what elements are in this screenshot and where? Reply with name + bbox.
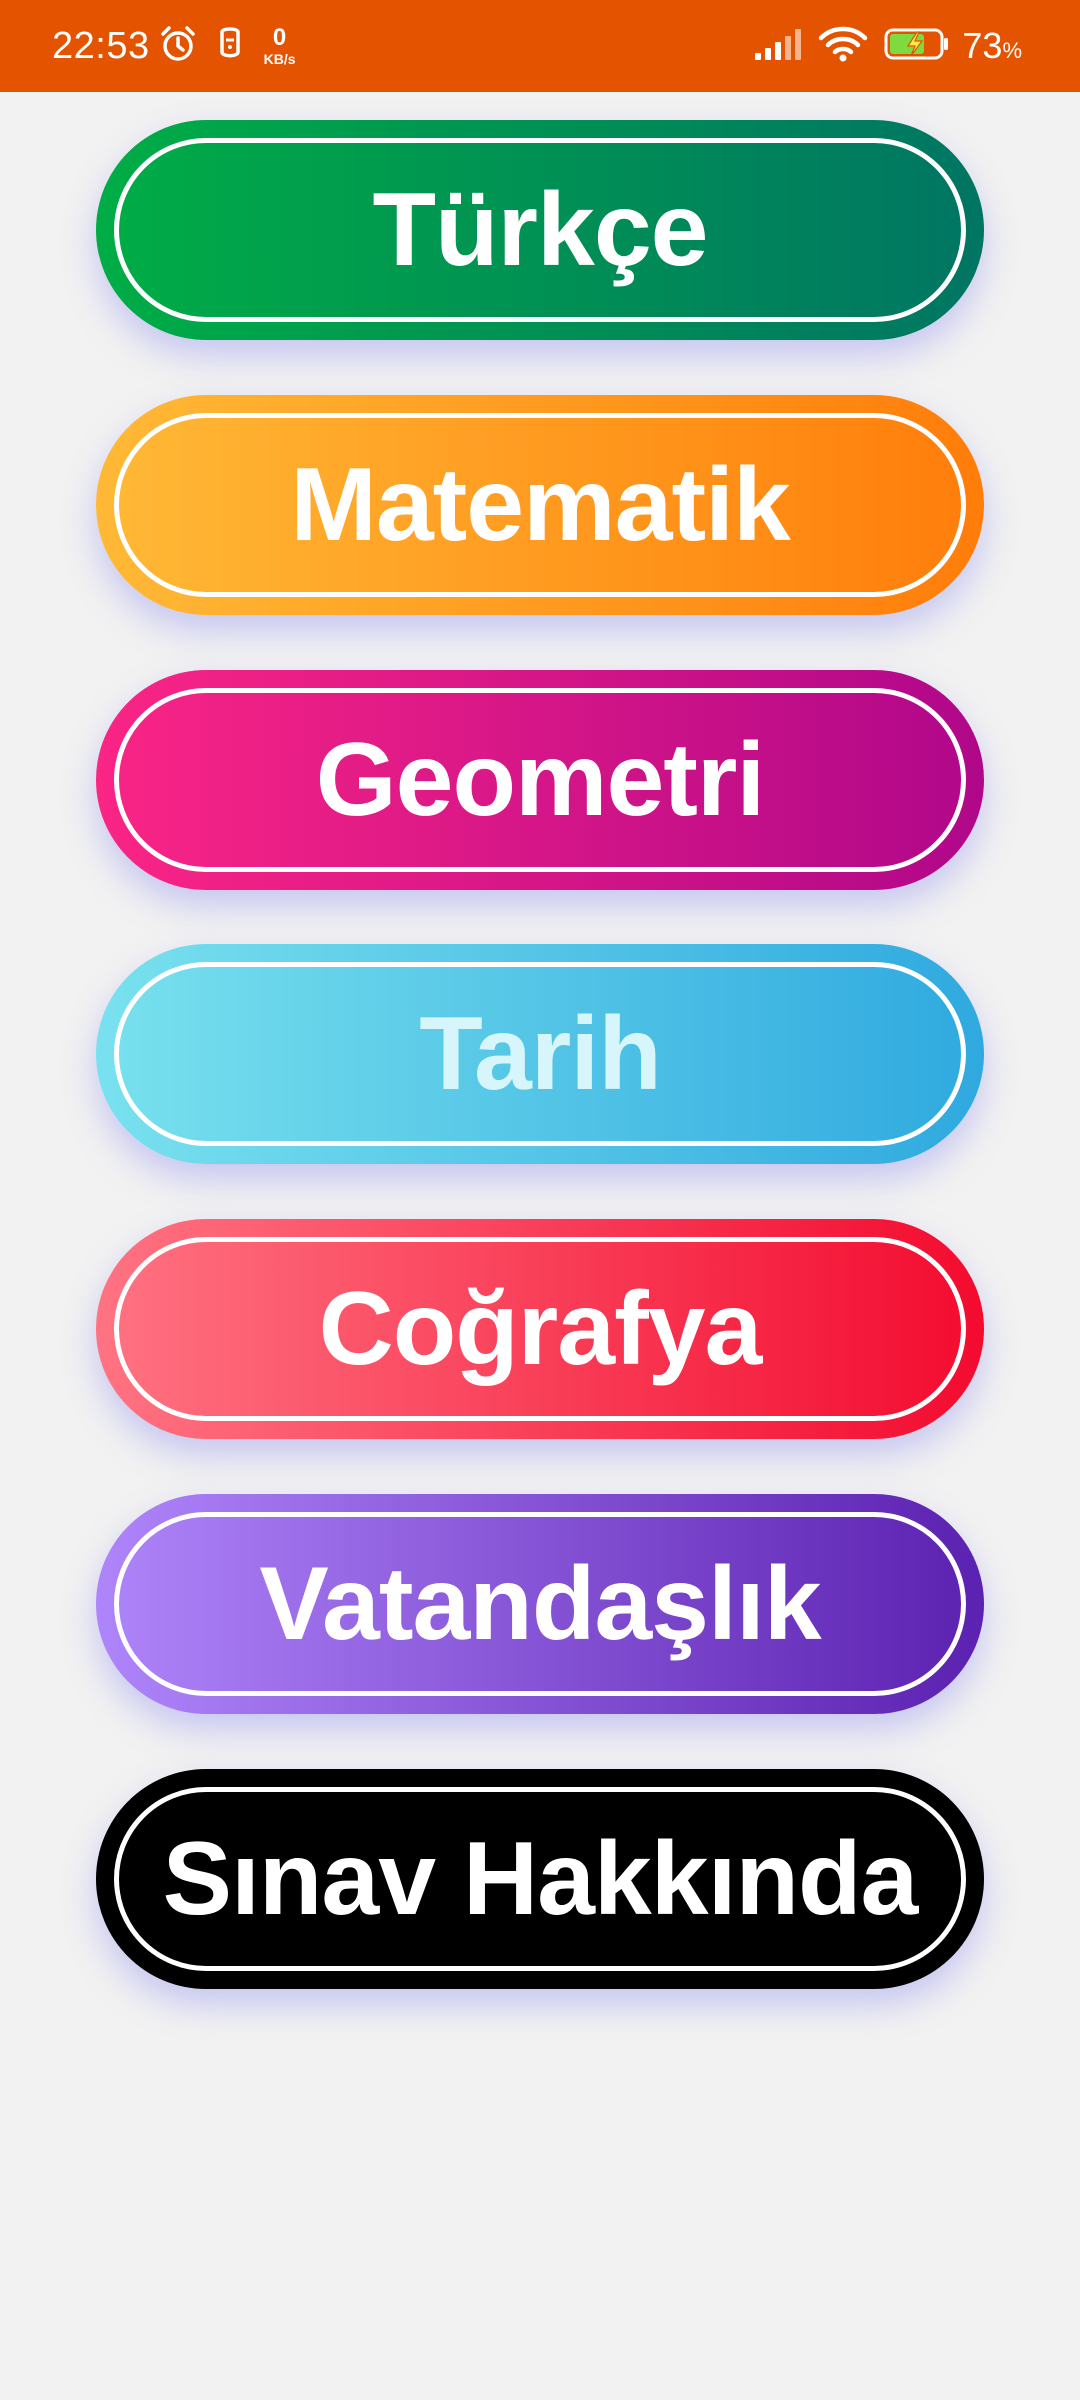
battery-charging-icon: [884, 27, 950, 66]
tarih-button[interactable]: Tarih: [96, 944, 984, 1164]
wifi-icon: [818, 25, 868, 68]
geometri-button[interactable]: Geometri: [96, 670, 984, 890]
alarm-icon: [158, 24, 198, 69]
notification-icon: [216, 26, 244, 67]
turkce-button-label: Türkçe: [372, 171, 708, 288]
cografya-button-label: Coğrafya: [318, 1270, 763, 1387]
matematik-button-label: Matematik: [290, 446, 791, 563]
network-speed-value: 0: [272, 24, 287, 51]
vatandaslik-button[interactable]: Vatandaşlık: [96, 1494, 984, 1714]
cografya-button[interactable]: Coğrafya: [96, 1219, 984, 1439]
sinav-hakkinda-button[interactable]: Sınav Hakkında: [96, 1769, 984, 1989]
status-bar: 22:53 0 KB/s 73%: [0, 0, 1080, 92]
vatandaslik-button-label: Vatandaşlık: [259, 1545, 821, 1662]
network-speed-unit: KB/s: [263, 51, 296, 67]
matematik-button[interactable]: Matematik: [96, 395, 984, 615]
battery-percent-unit: %: [1002, 38, 1022, 63]
geometri-button-label: Geometri: [315, 721, 766, 838]
battery-percent-value: 73: [962, 25, 1003, 66]
turkce-button[interactable]: Türkçe: [96, 120, 984, 340]
status-time: 22:53: [52, 25, 150, 67]
battery-level: 73%: [962, 28, 1022, 64]
status-bar-left: 22:53 0 KB/s: [52, 0, 296, 92]
sinav-hakkinda-button-label: Sınav Hakkında: [162, 1820, 919, 1937]
signal-icon: [754, 27, 804, 66]
network-speed: 0 KB/s: [263, 24, 296, 67]
status-bar-right: 73%: [746, 0, 1022, 92]
tarih-button-label: Tarih: [419, 995, 662, 1112]
